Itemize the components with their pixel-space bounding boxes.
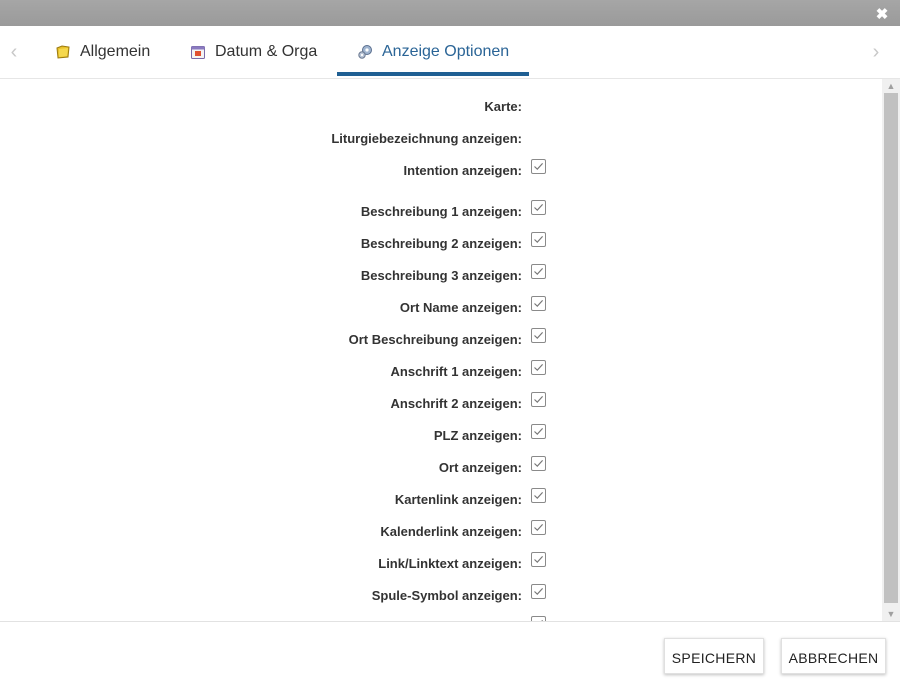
tab-label: Datum & Orga bbox=[215, 43, 318, 60]
form-row: Beschreibung 2 anzeigen: bbox=[0, 232, 882, 254]
checkbox[interactable] bbox=[531, 392, 546, 407]
form-row: Anschrift 2 anzeigen: bbox=[0, 392, 882, 414]
checkbox[interactable] bbox=[531, 232, 546, 247]
checkbox[interactable] bbox=[531, 456, 546, 471]
form-row: Kartenlink anzeigen: bbox=[0, 488, 882, 510]
field-label: Liturgiebezeichnung anzeigen: bbox=[331, 131, 522, 146]
field-label: Spule-Symbol anzeigen: bbox=[371, 588, 522, 603]
form-row: Spule-Symbol anzeigen: bbox=[0, 584, 882, 606]
checkbox[interactable] bbox=[531, 328, 546, 343]
dialog-titlebar: ✖ bbox=[0, 0, 900, 26]
checkbox[interactable] bbox=[531, 360, 546, 375]
field-label: Kartenlink anzeigen: bbox=[394, 492, 522, 507]
tab-scroll-right-icon[interactable]: › bbox=[868, 40, 884, 64]
form-row: Kalenderlink anzeigen: bbox=[0, 520, 882, 542]
tab-label: Anzeige Optionen bbox=[382, 43, 510, 60]
scroll-up-icon[interactable]: ▲ bbox=[882, 79, 900, 93]
form-row: PLZ anzeigen: bbox=[0, 424, 882, 446]
checkbox[interactable] bbox=[531, 424, 546, 439]
form-row: Intention anzeigen: bbox=[0, 159, 882, 181]
field-label: Kalenderlink anzeigen: bbox=[380, 524, 522, 539]
field-label: Ort anzeigen: bbox=[438, 460, 522, 475]
field-label: Anschrift 2 anzeigen: bbox=[390, 396, 522, 411]
checkbox[interactable] bbox=[531, 488, 546, 503]
checkbox[interactable] bbox=[531, 584, 546, 599]
field-label: Karte: bbox=[484, 99, 522, 114]
form-row: Anschrift 1 anzeigen: bbox=[0, 360, 882, 382]
calendar-icon bbox=[190, 44, 206, 60]
cancel-button[interactable]: ABBRECHEN bbox=[781, 638, 886, 674]
dialog-footer: SPEICHERN ABBRECHEN bbox=[0, 621, 900, 683]
field-label: Ort Beschreibung anzeigen: bbox=[348, 332, 522, 347]
form-row: Link/Linktext anzeigen: bbox=[0, 552, 882, 574]
scrollbar-thumb[interactable] bbox=[884, 93, 898, 603]
tab-scroll-left-icon[interactable]: ‹ bbox=[6, 40, 22, 64]
form-row: Ort anzeigen: bbox=[0, 456, 882, 478]
tab-anzeige-optionen[interactable]: Anzeige Optionen bbox=[357, 26, 509, 78]
field-label: Intention anzeigen: bbox=[403, 163, 522, 178]
tab-datum-orga[interactable]: Datum & Orga bbox=[190, 26, 317, 78]
form-row: Beschreibung 3 anzeigen: bbox=[0, 264, 882, 286]
form-row: Karte: bbox=[0, 97, 882, 117]
field-label: Link/Linktext anzeigen: bbox=[378, 556, 522, 571]
vertical-scrollbar[interactable]: ▲ ▼ bbox=[882, 79, 900, 621]
field-label: Beschreibung 3 anzeigen: bbox=[360, 268, 522, 283]
checkbox[interactable] bbox=[531, 520, 546, 535]
form-row: Ort Name anzeigen: bbox=[0, 296, 882, 318]
form-row: Beschreibung 1 anzeigen: bbox=[0, 200, 882, 222]
field-label: Beschreibung 2 anzeigen: bbox=[360, 236, 522, 251]
close-icon[interactable]: ✖ bbox=[875, 7, 889, 22]
scroll-down-icon[interactable]: ▼ bbox=[882, 607, 900, 621]
options-form: Karte: Liturgiebezeichnung anzeigen: Int… bbox=[0, 79, 882, 621]
checkbox[interactable] bbox=[531, 159, 546, 174]
form-row: Ort Beschreibung anzeigen: bbox=[0, 328, 882, 350]
tab-label: Allgemein bbox=[80, 43, 151, 60]
form-row: Liturgiebezeichnung anzeigen: bbox=[0, 129, 882, 149]
field-label: Anschrift 1 anzeigen: bbox=[390, 364, 522, 379]
folder-icon bbox=[55, 44, 71, 60]
checkbox[interactable] bbox=[531, 296, 546, 311]
checkbox[interactable] bbox=[531, 552, 546, 567]
field-label: Beschreibung 1 anzeigen: bbox=[360, 204, 522, 219]
checkbox[interactable] bbox=[531, 264, 546, 279]
save-button[interactable]: SPEICHERN bbox=[664, 638, 764, 674]
active-tab-indicator bbox=[337, 72, 529, 76]
options-icon bbox=[357, 44, 373, 60]
field-label: PLZ anzeigen: bbox=[433, 428, 522, 443]
field-label: Ort Name anzeigen: bbox=[399, 300, 522, 315]
checkbox[interactable] bbox=[531, 200, 546, 215]
tab-allgemein[interactable]: Allgemein bbox=[55, 26, 150, 78]
